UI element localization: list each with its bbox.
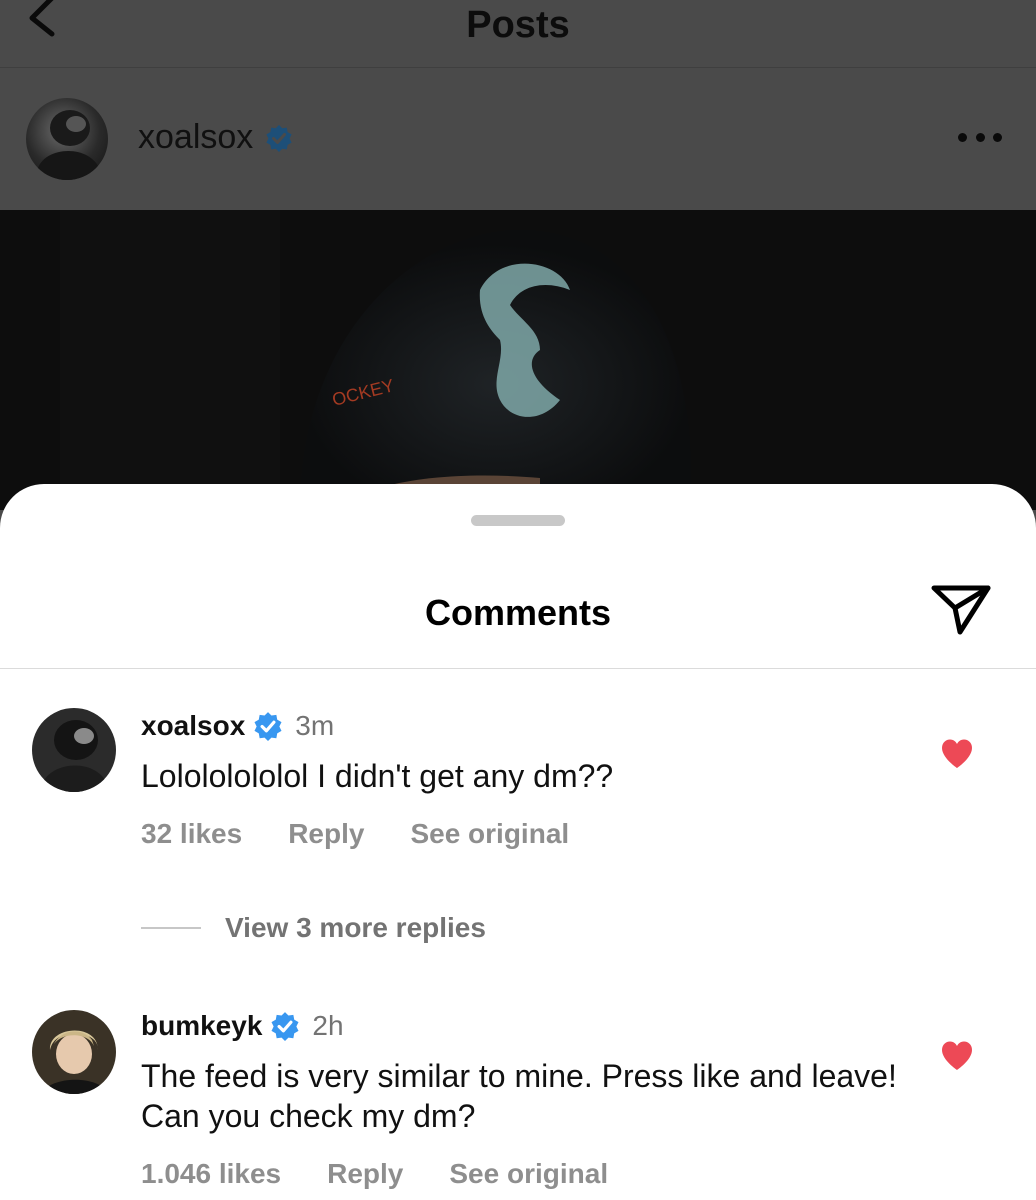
- comment-likes-count[interactable]: 32 likes: [141, 818, 242, 850]
- post-author-avatar[interactable]: [26, 98, 108, 180]
- comment-header: bumkeyk 2h: [141, 1010, 344, 1042]
- heart-filled-icon: [942, 739, 972, 768]
- comment-avatar[interactable]: [32, 1010, 116, 1094]
- comment-actions: 1.046 likes Reply See original: [141, 1158, 608, 1190]
- comment-text: Lolololololol I didn't get any dm??: [141, 758, 614, 794]
- comments-title: Comments: [424, 592, 612, 633]
- verified-badge-icon: [254, 712, 282, 741]
- comment-username[interactable]: xoalsox: [141, 710, 245, 742]
- like-comment-button[interactable]: [940, 1040, 974, 1072]
- share-button[interactable]: [928, 580, 994, 640]
- see-original-button[interactable]: See original: [410, 818, 569, 850]
- view-more-replies-button[interactable]: View 3 more replies: [141, 912, 486, 944]
- replies-divider-line: [141, 927, 201, 929]
- send-icon: [931, 585, 991, 635]
- comment-username[interactable]: bumkeyk: [141, 1010, 262, 1042]
- view-more-replies-label: View 3 more replies: [225, 912, 486, 943]
- comment-text: The feed is very similar to mine. Press …: [141, 1058, 897, 1134]
- comment-avatar[interactable]: [32, 708, 116, 792]
- avatar-image: [32, 1010, 116, 1094]
- heart-filled-icon: [942, 1041, 972, 1070]
- post-image[interactable]: OCKEY: [0, 210, 1036, 510]
- more-dot: [975, 132, 985, 142]
- sheet-drag-handle[interactable]: [471, 515, 565, 526]
- more-options-button[interactable]: [958, 130, 1002, 144]
- comment-actions: 32 likes Reply See original: [141, 818, 569, 850]
- post-author-username: xoalsox: [138, 118, 254, 156]
- comment-header: xoalsox 3m: [141, 710, 334, 742]
- avatar-image: [32, 708, 116, 792]
- verified-badge-icon: [271, 1012, 299, 1041]
- sheet-divider: [0, 668, 1036, 669]
- more-horizontal-icon: [958, 132, 967, 142]
- reply-button[interactable]: Reply: [327, 1158, 403, 1190]
- page-title: Posts: [466, 4, 570, 46]
- see-original-button[interactable]: See original: [449, 1158, 608, 1190]
- post-header: xoalsox: [0, 68, 1036, 210]
- top-navigation-bar: Posts: [0, 0, 1036, 68]
- verified-badge-icon: [266, 124, 292, 152]
- reply-button[interactable]: Reply: [288, 818, 364, 850]
- comments-sheet: Comments xoalsox 3m Lolololololol I didn…: [0, 484, 1036, 1200]
- like-comment-button[interactable]: [940, 738, 974, 770]
- comment-timestamp: 2h: [312, 1010, 344, 1041]
- post-author[interactable]: xoalsox: [138, 118, 293, 157]
- more-dot: [993, 132, 1002, 142]
- comment-timestamp: 3m: [295, 710, 335, 741]
- avatar-image: [38, 110, 100, 180]
- comment-likes-count[interactable]: 1.046 likes: [141, 1158, 281, 1190]
- post-photo: OCKEY: [0, 210, 1036, 510]
